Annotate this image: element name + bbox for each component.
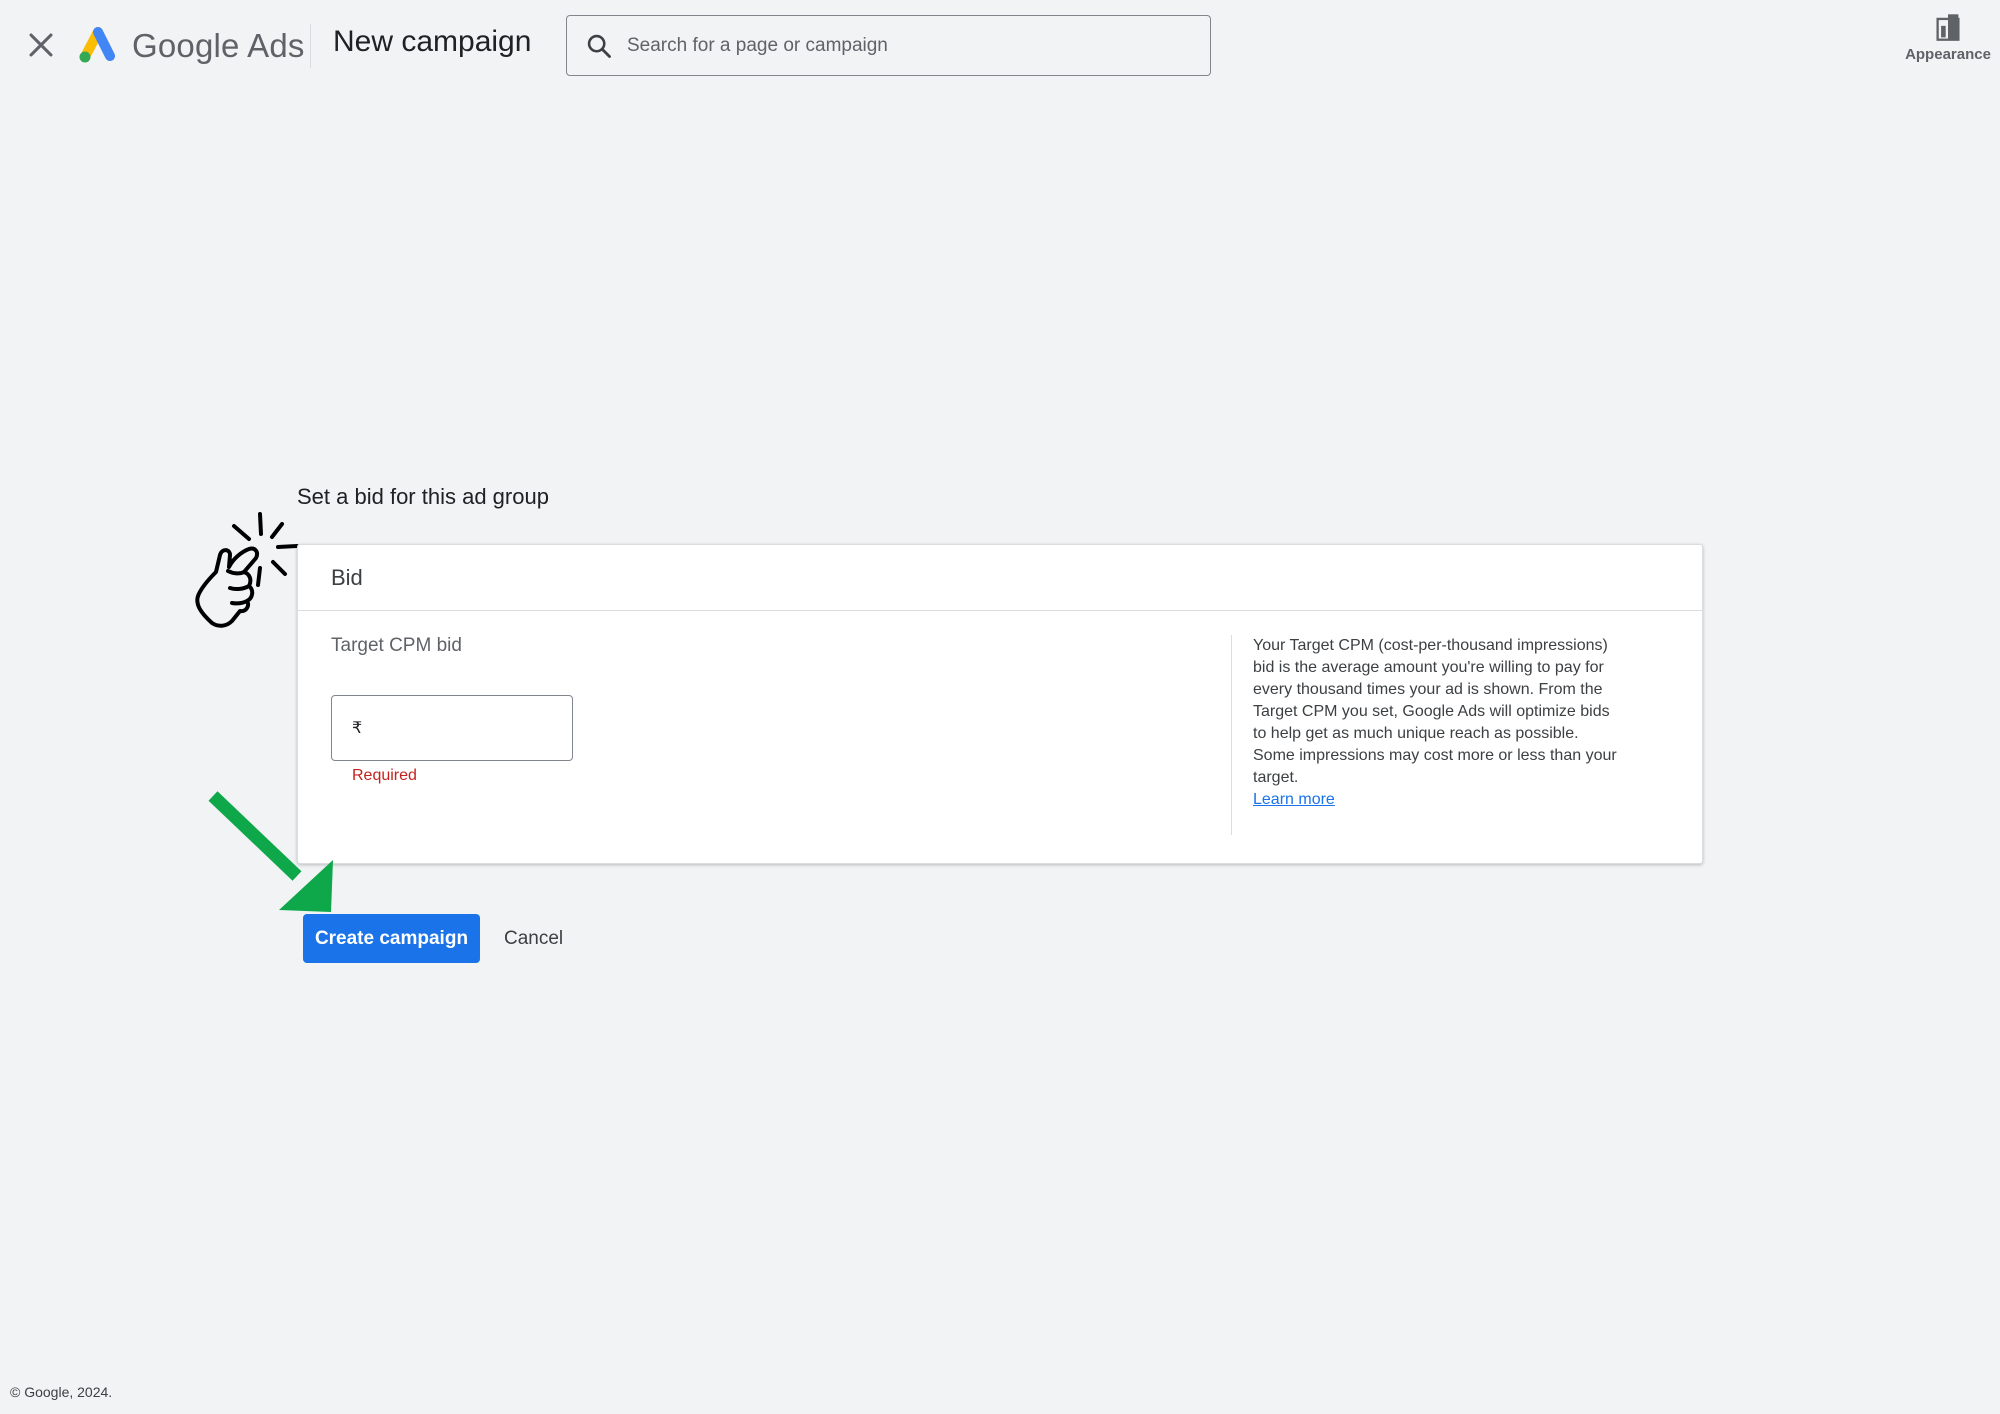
help-divider [1231, 635, 1232, 835]
search-icon [587, 34, 611, 58]
help-text: Your Target CPM (cost-per-thousand impre… [1253, 637, 1617, 786]
create-campaign-button[interactable]: Create campaign [303, 914, 480, 963]
google-ads-brand: Google Ads [76, 24, 305, 68]
bid-card-title: Bid [298, 545, 1702, 611]
bid-card: Bid Target CPM bid ₹ Required Your Targe… [297, 544, 1703, 864]
learn-more-link[interactable]: Learn more [1253, 789, 1623, 811]
snap-hand-icon [195, 512, 299, 628]
brand-name: Google Ads [132, 27, 305, 64]
page-title: New campaign [333, 25, 532, 58]
target-cpm-field[interactable]: ₹ [331, 695, 573, 761]
appearance-icon [1936, 14, 1960, 41]
search-input[interactable] [625, 33, 1189, 58]
cancel-button[interactable]: Cancel [492, 914, 575, 963]
footer-copyright: © Google, 2024. [10, 1384, 113, 1400]
arrow-icon [208, 791, 333, 912]
section-heading: Set a bid for this ad group [297, 484, 549, 509]
target-cpm-input[interactable] [370, 716, 565, 740]
help-panel: Your Target CPM (cost-per-thousand impre… [1253, 635, 1623, 811]
appearance-button[interactable]: Appearance [1898, 12, 1998, 63]
appearance-label: Appearance [1905, 46, 1991, 63]
currency-symbol: ₹ [352, 720, 363, 737]
google-ads-logo [79, 27, 115, 63]
required-error: Required [352, 767, 417, 784]
close-icon[interactable] [24, 28, 58, 62]
target-cpm-label: Target CPM bid [331, 635, 462, 656]
search-box[interactable] [566, 15, 1211, 76]
header-divider [310, 24, 311, 68]
